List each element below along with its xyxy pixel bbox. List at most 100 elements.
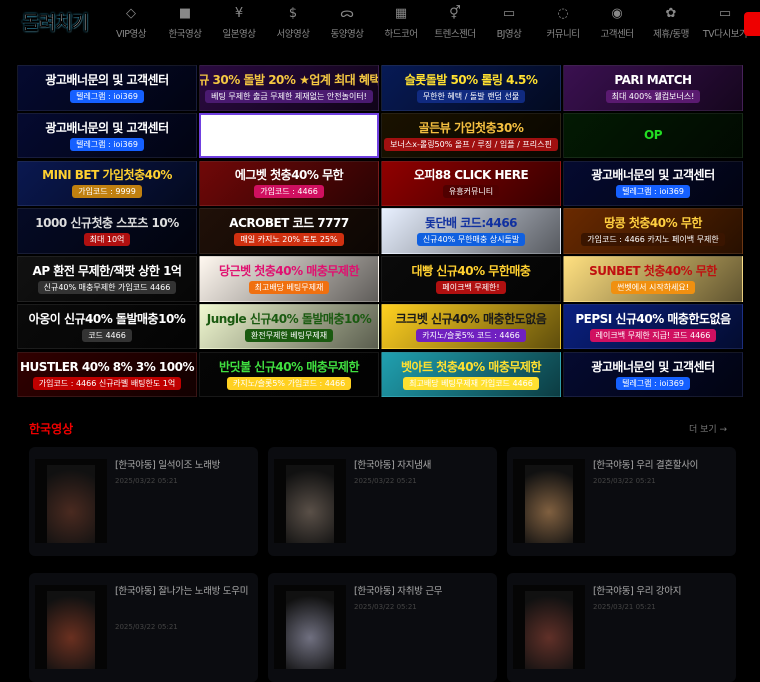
- video-title[interactable]: [한국야동] 자취방 근무: [354, 584, 489, 599]
- banner-subtitle: 가입코드 : 9999: [72, 185, 142, 199]
- banner-title: 돛단배 코드:4466: [424, 216, 518, 231]
- ad-banner[interactable]: 아옹이 신규40% 돌발매충10% 코드 4466: [17, 303, 197, 350]
- video-card[interactable]: [한국야동] 자지냄새 2025/03/22 05:21: [268, 447, 497, 556]
- ad-banner[interactable]: 광고배너문의 및 고객센터 텔레그램 : ioi369: [17, 65, 197, 111]
- banner-title: OP: [644, 128, 663, 143]
- more-link[interactable]: 더 보기 →: [689, 422, 727, 435]
- video-title[interactable]: [한국야동] 우리 강아지: [593, 584, 728, 599]
- nav-item[interactable]: ■ 한국영상: [158, 5, 212, 40]
- nav-item[interactable]: ▭ BJ영상: [482, 5, 536, 40]
- handshake-icon: ✿: [665, 6, 677, 21]
- menu-button[interactable]: [744, 12, 760, 36]
- video-title[interactable]: [한국야동] 우리 결혼할사이: [593, 458, 728, 473]
- video-date: 2025/03/22 05:21: [354, 477, 417, 485]
- banner-title: 광고배너문의 및 고객센터: [591, 168, 715, 183]
- video-thumbnail[interactable]: [35, 585, 107, 669]
- video-title[interactable]: [한국야동] 잘나가는 노래방 도우미: [115, 584, 250, 599]
- ad-banner[interactable]: 오피88 CLICK HERE 유흥커뮤니티: [381, 160, 561, 207]
- banner-subtitle: 가입코드 : 4466: [254, 185, 324, 199]
- banner-title: 반딧불 신규40% 매충무제한: [219, 359, 359, 374]
- video-title[interactable]: [한국야동] 자지냄새: [354, 458, 489, 473]
- banner-subtitle: 가입코드 : 4466 카지노 페이백 무제한: [581, 233, 725, 247]
- ad-banner[interactable]: 대빵 신규40% 무한매충 페이크백 무제한!: [381, 256, 561, 302]
- nav-item[interactable]: ✿ 제휴/동맹: [644, 5, 698, 40]
- banner-subtitle: 최고배당 베팅무제재 가입코드 4466: [403, 376, 539, 390]
- ad-banner[interactable]: 당근벳 첫충40% 매충무제한 최고배당 베팅무제재: [199, 256, 379, 302]
- ad-banner[interactable]: 광고배너문의 및 고객센터텔레그램 : ioi369: [17, 112, 197, 159]
- banner-subtitle: 신규40% 무한매충 상시돌발: [416, 233, 526, 247]
- banner-subtitle: 베팅 무제한 출금 무제한 제재없는 안전놀이터!: [205, 89, 373, 103]
- ad-banner[interactable]: AP 환전 무제한/잭팟 상한 1억 신규40% 매충무제한 가입코드 4466: [17, 256, 197, 302]
- laptop-icon: ▭: [502, 6, 516, 21]
- banner-subtitle: 텔레그램 : ioi369: [616, 376, 690, 390]
- ad-banner[interactable]: 슬롯돌발 50% 롤링 4.5% 무한한 혜택 / 돌발 랜덤 선물: [381, 65, 561, 111]
- ad-banner[interactable]: 크크벳 신규40% 매충한도없음카지노/슬롯5% 코드 : 4466: [381, 303, 561, 350]
- ad-banner[interactable]: ACROBET 코드 7777 매일 카지노 20% 토토 25%: [199, 208, 379, 254]
- nav-item[interactable]: ▦ 하드코어: [374, 5, 428, 40]
- ad-banner[interactable]: 골든뷰 가입첫충30% 보너스x-롤링50% 올프 / 루징 / 입플 / 프리스…: [381, 112, 561, 159]
- banner-title: AP 환전 무제한/잭팟 상한 1억: [32, 263, 182, 278]
- section-title: 한국영상: [29, 422, 74, 436]
- banner-subtitle: 카지노/슬롯5% 코드 : 4466: [416, 328, 526, 342]
- video-thumbnail[interactable]: [513, 459, 585, 543]
- banner-title: 땅콩 첫충40% 무한: [604, 216, 702, 231]
- video-thumbnail[interactable]: [35, 459, 107, 543]
- ad-banner[interactable]: 땅콩 첫충40% 무한가입코드 : 4466 카지노 페이백 무제한: [563, 208, 743, 254]
- nav-item[interactable]: ᯅ 동양영상: [320, 5, 374, 40]
- ad-banner[interactable]: 돛단배 코드:4466 신규40% 무한매충 상시돌발: [381, 208, 561, 254]
- ad-banner[interactable]: 반딧불 신규40% 매충무제한 카지노/슬롯5% 가입코드 : 4466: [199, 351, 379, 398]
- banner-title: Jungle 신규40% 돌발매충10%: [206, 311, 372, 326]
- video-date: 2025/03/22 05:21: [354, 603, 417, 611]
- banner-title: 광고배너문의 및 고객센터: [45, 120, 169, 135]
- banner-title: 벳아트 첫충40% 매충무제한: [401, 359, 541, 374]
- video-thumbnail[interactable]: [274, 585, 346, 669]
- video-card[interactable]: [한국야동] 우리 결혼할사이 2025/03/22 05:21: [507, 447, 736, 556]
- ad-banner[interactable]: HUSTLER 40% 8% 3% 100% 가입코드 : 4466 신규라벨 배…: [17, 351, 197, 398]
- video-card[interactable]: [한국야동] 우리 강아지 2025/03/21 05:21: [507, 573, 736, 682]
- ad-banner[interactable]: PEPSI 신규40% 매충한도없음레이크백 무제한 지급! 코드 4466: [563, 303, 743, 350]
- video-camera-icon: ■: [178, 6, 192, 21]
- ad-banner[interactable]: PARI MATCH 최대 400% 웰컴보너스!: [563, 65, 743, 111]
- banner-title: PEPSI 신규40% 매충한도없음: [575, 311, 731, 326]
- ad-banner[interactable]: OP: [563, 112, 743, 159]
- video-card[interactable]: [한국야동] 잘나가는 노래방 도우미 2025/03/22 05:21: [29, 573, 258, 682]
- banner-title: 오피88 CLICK HERE: [413, 168, 529, 183]
- banner-subtitle: 무한한 혜택 / 돌발 랜덤 선물: [416, 89, 526, 103]
- banner-subtitle: 레이크백 무제한 지급! 코드 4466: [589, 328, 717, 342]
- nav-item[interactable]: ⚥ 트렌스젠더: [428, 5, 482, 40]
- video-card[interactable]: [한국야동] 일석이조 노래방 2025/03/22 05:21: [29, 447, 258, 556]
- video-date: 2025/03/22 05:21: [115, 477, 178, 485]
- ad-banner[interactable]: SUNBET 첫충40% 무한 썬벳에서 시작하세요!: [563, 256, 743, 302]
- nav-item[interactable]: $ 서양영상: [266, 5, 320, 40]
- diamond-icon: ◇: [126, 6, 136, 21]
- ad-banner[interactable]: Jungle 신규40% 돌발매충10% 환전무제한 베팅무제재: [199, 303, 379, 350]
- banner-subtitle: 환전무제한 베팅무제재: [244, 328, 334, 342]
- ad-banner[interactable]: MINI BET 가입첫충40% 가입코드 : 9999: [17, 160, 197, 207]
- ad-banner[interactable]: [199, 112, 379, 159]
- site-logo[interactable]: 돌려치기: [14, 9, 96, 37]
- video-date: 2025/03/22 05:21: [115, 623, 178, 631]
- banner-title: 신규 30% 돌발 20% ★업계 최대 혜택★: [199, 72, 379, 87]
- nav-item[interactable]: ¥ 일본영상: [212, 5, 266, 40]
- banner-title: 크크벳 신규40% 매충한도없음: [395, 311, 547, 326]
- video-thumbnail[interactable]: [513, 585, 585, 669]
- banner-title: 슬롯돌발 50% 롤링 4.5%: [404, 72, 538, 87]
- telegram-icon: ◉: [611, 6, 623, 21]
- nav-item[interactable]: ◇ VIP영상: [104, 5, 158, 40]
- ad-banner[interactable]: 벳아트 첫충40% 매충무제한최고배당 베팅무제재 가입코드 4466: [381, 351, 561, 398]
- nav-item[interactable]: ◉ 고객센터: [590, 5, 644, 40]
- ad-banner[interactable]: 광고배너문의 및 고객센터텔레그램 : ioi369: [563, 351, 743, 398]
- ad-banner[interactable]: 1000 신규첫충 스포츠 10% 최대 10억: [17, 208, 197, 254]
- video-thumbnail[interactable]: [274, 459, 346, 543]
- ad-banner[interactable]: 신규 30% 돌발 20% ★업계 최대 혜택★ 베팅 무제한 출금 무제한 제재…: [199, 65, 379, 111]
- banner-subtitle: 텔레그램 : ioi369: [70, 137, 144, 151]
- ad-banner[interactable]: 광고배너문의 및 고객센터 텔레그램 : ioi369: [563, 160, 743, 207]
- video-title[interactable]: [한국야동] 일석이조 노래방: [115, 458, 250, 473]
- nav-item[interactable]: ◌ 커뮤니티: [536, 5, 590, 40]
- video-card[interactable]: [한국야동] 자취방 근무 2025/03/22 05:21: [268, 573, 497, 682]
- ad-banner[interactable]: 에그벳 첫충40% 무한 가입코드 : 4466: [199, 160, 379, 207]
- banner-title: 광고배너문의 및 고객센터: [591, 359, 715, 374]
- banner-title: 당근벳 첫충40% 매충무제한: [219, 263, 359, 278]
- banner-title: 1000 신규첫충 스포츠 10%: [35, 216, 179, 231]
- banner-subtitle: 보너스x-롤링50% 올프 / 루징 / 입플 / 프리스핀: [384, 137, 558, 151]
